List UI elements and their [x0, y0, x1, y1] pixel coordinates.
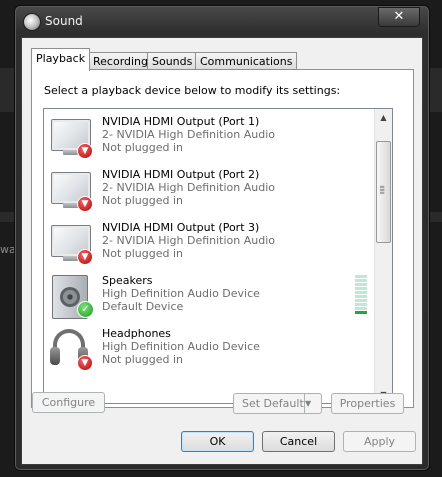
monitor-icon: ▼ — [49, 115, 93, 159]
instructions-text: Select a playback device below to modify… — [44, 84, 341, 97]
device-status: Not plugged in — [102, 194, 184, 207]
grip-icon: ═ ═ ═ — [380, 183, 385, 197]
volume-meter-segment — [355, 295, 367, 298]
unplugged-icon: ▼ — [77, 249, 93, 265]
speaker-icon: ✓ — [49, 274, 94, 319]
list-item-headphones[interactable]: ▼ Headphones High Definition Audio Devic… — [44, 325, 374, 378]
volume-meter-segment — [355, 303, 367, 306]
tab-communications[interactable]: Communications — [195, 52, 298, 70]
unplugged-icon: ▼ — [77, 196, 93, 212]
configure-button[interactable]: Configure — [32, 392, 105, 413]
unplugged-icon: ▼ — [77, 143, 93, 159]
device-description: 2- NVIDIA High Definition Audio — [102, 128, 276, 141]
sound-app-icon — [23, 13, 41, 31]
set-default-button[interactable]: Set Default ▼ — [233, 393, 322, 414]
title-bar[interactable]: Sound ✕ — [15, 6, 429, 36]
apply-button[interactable]: Apply — [343, 431, 416, 452]
device-status: Not plugged in — [102, 353, 184, 366]
volume-meter-segment — [355, 287, 367, 290]
device-status: Default Device — [102, 300, 184, 313]
list-item-hdmi-port-3[interactable]: ▼ NVIDIA HDMI Output (Port 3) 2- NVIDIA … — [44, 219, 374, 272]
volume-meter-segment — [355, 279, 367, 282]
volume-meter-segment — [355, 299, 367, 302]
close-button[interactable]: ✕ — [378, 7, 420, 27]
scroll-up-arrow-icon[interactable]: ▲ — [375, 109, 392, 126]
device-status: Not plugged in — [102, 141, 184, 154]
set-default-label: Set Default — [242, 397, 304, 410]
volume-meter-segment — [355, 311, 367, 314]
unplugged-icon: ▼ — [77, 355, 93, 371]
device-name: NVIDIA HDMI Output (Port 2) — [102, 168, 260, 181]
monitor-icon: ▼ — [49, 168, 93, 212]
tab-playback[interactable]: Playback — [31, 48, 91, 71]
properties-button[interactable]: Properties — [331, 393, 404, 414]
device-name: Headphones — [102, 327, 171, 340]
sound-dialog: Sound ✕ Playback Recording Sounds Commun… — [14, 5, 430, 471]
cancel-button[interactable]: Cancel — [262, 431, 335, 452]
device-list[interactable]: ▼ NVIDIA HDMI Output (Port 1) 2- NVIDIA … — [43, 108, 393, 404]
volume-level-meter — [355, 275, 367, 317]
window-title: Sound — [45, 14, 83, 28]
device-description: High Definition Audio Device — [102, 287, 260, 300]
device-description: 2- NVIDIA High Definition Audio — [102, 181, 276, 194]
playback-panel: Select a playback device below to modify… — [31, 69, 414, 408]
volume-meter-segment — [355, 307, 367, 310]
list-item-hdmi-port-2[interactable]: ▼ NVIDIA HDMI Output (Port 2) 2- NVIDIA … — [44, 166, 374, 219]
scrollbar-thumb[interactable]: ═ ═ ═ — [376, 141, 391, 243]
list-item-speakers[interactable]: ✓ Speakers High Definition Audio Device … — [44, 272, 374, 325]
tab-sounds[interactable]: Sounds — [147, 52, 198, 70]
ok-button[interactable]: OK — [181, 431, 254, 452]
device-description: High Definition Audio Device — [102, 340, 260, 353]
device-description: 2- NVIDIA High Definition Audio — [102, 234, 276, 247]
device-status: Not plugged in — [102, 247, 184, 260]
device-name: NVIDIA HDMI Output (Port 1) — [102, 115, 260, 128]
volume-meter-segment — [355, 283, 367, 286]
volume-meter-segment — [355, 275, 367, 278]
dialog-client-area: Playback Recording Sounds Communications… — [21, 37, 423, 465]
checkmark-icon: ✓ — [77, 301, 94, 318]
device-name: Speakers — [102, 274, 153, 287]
dropdown-arrow-icon[interactable]: ▼ — [304, 394, 321, 413]
volume-meter-segment — [355, 291, 367, 294]
vertical-scrollbar[interactable]: ▲ ═══ ▼ — [374, 109, 392, 403]
device-name: NVIDIA HDMI Output (Port 3) — [102, 221, 260, 234]
tab-recording[interactable]: Recording — [88, 52, 154, 70]
monitor-icon: ▼ — [49, 221, 93, 265]
headphones-icon: ▼ — [49, 327, 93, 371]
list-item-hdmi-port-1[interactable]: ▼ NVIDIA HDMI Output (Port 1) 2- NVIDIA … — [44, 113, 374, 166]
